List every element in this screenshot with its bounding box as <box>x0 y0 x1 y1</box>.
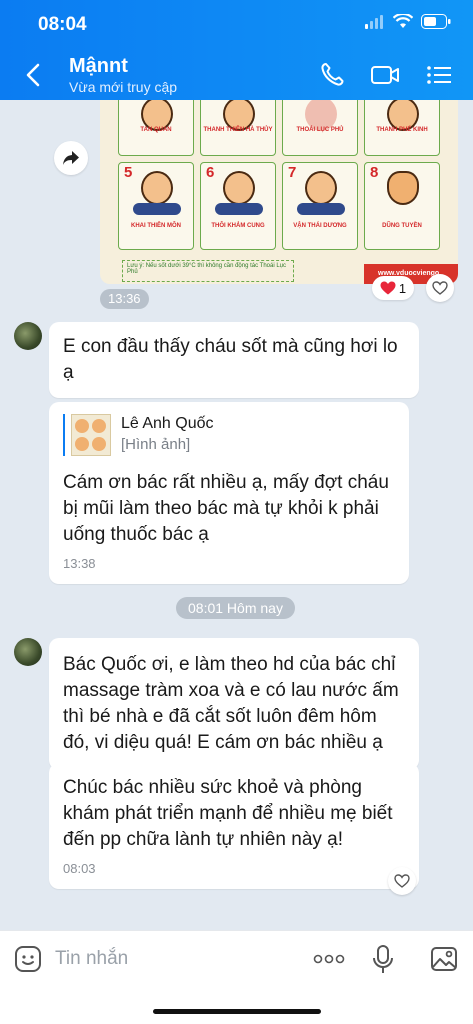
status-time: 08:04 <box>38 14 87 35</box>
message-text: Bác Quốc ơi, e làm theo hd của bác chỉ m… <box>63 654 399 753</box>
massage-step-cell: 7 VẬN THÁI DƯƠNG <box>282 162 358 250</box>
massage-step-cell: 8 DŨNG TUYỀN <box>364 162 440 250</box>
react-button[interactable] <box>426 274 454 302</box>
quoted-content: [Hình ảnh] <box>121 436 191 453</box>
quoted-message[interactable]: Lê Anh Quốc [Hình ảnh] <box>63 414 395 456</box>
message-bubble[interactable]: Chúc bác nhiều sức khoẻ và phòng khám ph… <box>49 763 419 889</box>
menu-list-icon[interactable] <box>425 61 455 89</box>
forward-button[interactable] <box>54 141 88 175</box>
contact-name[interactable]: Mậnnt <box>69 55 128 78</box>
massage-step-cell: 5 KHAI THIÊN MÔN <box>118 162 194 250</box>
message-text: Cám ơn bác rất nhiều ạ, mấy đợt cháu bị … <box>63 472 389 545</box>
image-timestamp: 13:36 <box>100 289 149 309</box>
heart-filled-icon <box>380 281 396 295</box>
image-footnote: Lưu ý: Nếu sốt dưới 39°C thì không cần đ… <box>122 260 294 282</box>
message-input[interactable]: Tin nhắn <box>55 948 128 970</box>
image-message[interactable]: TAN QUAN THANH THIÊN HÀ THỦY THOÁI LỤC P… <box>100 100 458 284</box>
sticker-icon[interactable] <box>14 945 42 973</box>
massage-step-cell: 6 THÔI KHẢM CUNG <box>200 162 276 250</box>
contact-status: Vừa mới truy cập <box>69 79 178 95</box>
avatar[interactable] <box>14 638 42 666</box>
message-time: 08:03 <box>63 861 96 876</box>
massage-step-cell: TAN QUAN <box>118 100 194 156</box>
message-bubble[interactable]: Lê Anh Quốc [Hình ảnh] Cám ơn bác rất nh… <box>49 402 409 584</box>
message-text: Chúc bác nhiều sức khoẻ và phòng khám ph… <box>63 777 393 850</box>
heart-outline-icon <box>394 874 410 888</box>
massage-step-cell: THANH THIÊN HÀ THỦY <box>200 100 276 156</box>
home-indicator <box>153 1009 321 1014</box>
phone-call-icon[interactable] <box>318 61 348 89</box>
message-bubble[interactable]: E con đầu thấy cháu sốt mà cũng hơi lo ạ <box>49 322 419 398</box>
signal-icon <box>365 14 383 29</box>
message-input-bar: Tin nhắn <box>0 930 473 1024</box>
heart-reaction[interactable]: 1 <box>372 276 414 300</box>
back-button[interactable] <box>20 60 48 90</box>
avatar[interactable] <box>14 322 42 350</box>
share-arrow-icon <box>63 151 79 165</box>
massage-step-cell: THOÁI LỤC PHỦ <box>282 100 358 156</box>
react-button[interactable] <box>388 867 416 895</box>
chat-header: 08:04 Mậnnt Vừa mới truy cập <box>0 0 473 100</box>
message-text: E con đầu thấy cháu sốt mà cũng hơi lo ạ <box>63 336 398 383</box>
massage-step-cell: THANH PHẾ KINH <box>364 100 440 156</box>
video-call-icon[interactable] <box>370 61 400 89</box>
reaction-count: 1 <box>398 280 407 296</box>
quoted-image-thumbnail <box>71 414 111 456</box>
wifi-icon <box>393 14 413 28</box>
heart-outline-icon <box>432 281 448 295</box>
battery-icon <box>421 14 451 29</box>
more-options-icon[interactable] <box>313 953 345 965</box>
message-bubble[interactable]: Bác Quốc ơi, e làm theo hd của bác chỉ m… <box>49 638 419 770</box>
message-time: 13:38 <box>63 556 96 571</box>
image-gallery-icon[interactable] <box>430 945 458 973</box>
quoted-sender-name: Lê Anh Quốc <box>121 415 214 432</box>
microphone-icon[interactable] <box>372 945 394 975</box>
status-icons <box>365 14 451 29</box>
date-separator: 08:01 Hôm nay <box>176 597 295 619</box>
